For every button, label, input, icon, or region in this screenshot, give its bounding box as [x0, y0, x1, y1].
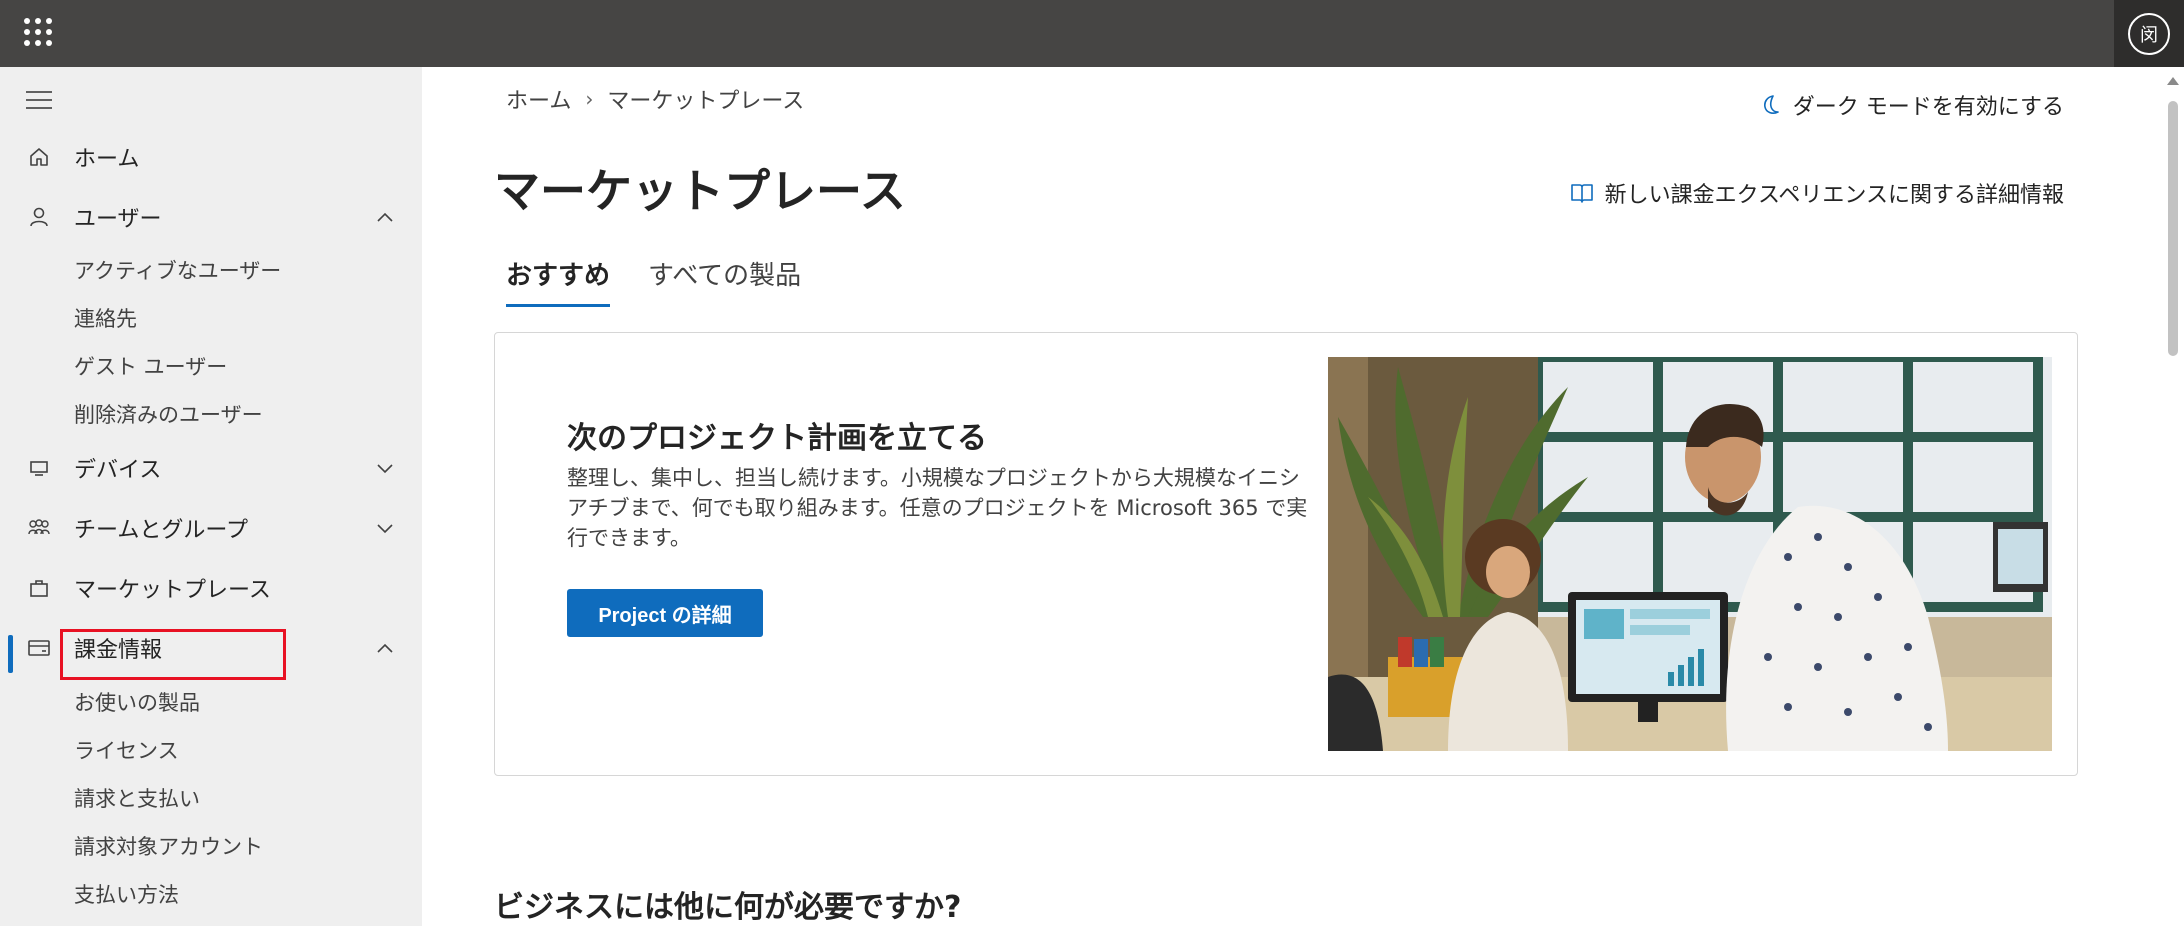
billing-card-icon: [26, 635, 52, 661]
home-icon: [26, 144, 52, 170]
avatar[interactable]: 闵: [2128, 12, 2170, 55]
scroll-up-arrow-icon[interactable]: [2167, 77, 2179, 85]
sidebar-item-billing[interactable]: 課金情報: [0, 622, 422, 674]
tab-all-products[interactable]: すべての製品: [648, 255, 801, 307]
sidebar-item-teams-groups[interactable]: チームとグループ: [0, 502, 422, 554]
breadcrumb-current: マーケットプレース: [607, 89, 805, 114]
chevron-down-icon[interactable]: [374, 457, 396, 479]
user-icon: [26, 204, 52, 230]
promo-card-description: 整理し、集中し、担当し続けます。小規模なプロジェクトから大規模なイニシアチブまで…: [567, 466, 1308, 550]
vertical-scrollbar[interactable]: [2162, 67, 2184, 926]
sidebar-item-label: ホーム: [74, 147, 140, 172]
learn-more-label: 新しい課金エクスペリエンスに関する詳細情報: [1604, 183, 2064, 208]
account-area: 闵: [2114, 0, 2184, 67]
device-icon: [26, 455, 52, 481]
section-title: ビジネスには他に何が必要ですか?: [494, 890, 962, 925]
breadcrumb: ホーム › マーケットプレース: [506, 83, 804, 115]
sidebar-item-label: 課金情報: [74, 638, 163, 663]
sidebar-subitem-active-users[interactable]: アクティブなユーザー: [74, 255, 281, 285]
sidebar-item-users[interactable]: ユーザー: [0, 191, 422, 243]
sidebar-item-home[interactable]: ホーム: [0, 131, 422, 183]
chevron-down-icon[interactable]: [374, 517, 396, 539]
app-launcher-icon[interactable]: [24, 18, 52, 46]
hamburger-menu-icon[interactable]: [26, 91, 52, 109]
sidebar-item-marketplace[interactable]: マーケットプレース: [0, 562, 422, 614]
sidebar-subitem-billing-accounts[interactable]: 請求対象アカウント: [74, 831, 263, 861]
project-details-button[interactable]: Project の詳細: [567, 589, 763, 637]
chevron-up-icon[interactable]: [374, 206, 396, 228]
chevron-up-icon[interactable]: [374, 637, 396, 659]
chevron-right-icon: ›: [585, 87, 594, 111]
shopping-bag-icon: [26, 575, 52, 601]
page-title: マーケットプレース: [494, 164, 906, 218]
book-icon: [1570, 184, 1593, 203]
promo-image: [1328, 357, 2052, 751]
sidebar-subitem-contacts[interactable]: 連絡先: [74, 303, 137, 333]
teams-icon: [26, 515, 52, 541]
dark-mode-label: ダーク モードを有効にする: [1792, 95, 2064, 120]
sidebar-item-label: マーケットプレース: [74, 578, 271, 603]
top-bar: 闵: [0, 0, 2184, 67]
sidebar-subitem-payment-methods[interactable]: 支払い方法: [74, 879, 179, 909]
sidebar-item-label: チームとグループ: [74, 518, 249, 543]
main-content: ホーム › マーケットプレース ダーク モードを有効にする マーケットプレース …: [422, 67, 2162, 926]
sidebar: ホーム ユーザー アクティブなユーザー 連絡先 ゲスト ユーザー 削除済みのユー…: [0, 67, 422, 926]
moon-icon: [1763, 95, 1779, 114]
sidebar-subitem-bills-payments[interactable]: 請求と支払い: [74, 783, 200, 813]
scrollbar-thumb[interactable]: [2168, 101, 2178, 356]
sidebar-subitem-guest-users[interactable]: ゲスト ユーザー: [74, 351, 227, 381]
sidebar-item-label: デバイス: [74, 458, 162, 483]
tab-list: おすすめ すべての製品: [506, 255, 839, 307]
sidebar-subitem-deleted-users[interactable]: 削除済みのユーザー: [74, 399, 263, 429]
promo-card-title: 次のプロジェクト計画を立てる: [567, 421, 987, 456]
learn-more-link[interactable]: 新しい課金エクスペリエンスに関する詳細情報: [1569, 177, 2064, 209]
sidebar-item-devices[interactable]: デバイス: [0, 442, 422, 494]
sidebar-subitem-licenses[interactable]: ライセンス: [74, 735, 179, 765]
sidebar-subitem-your-products[interactable]: お使いの製品: [74, 687, 200, 717]
breadcrumb-home-link[interactable]: ホーム: [506, 83, 571, 115]
sidebar-item-label: ユーザー: [74, 207, 162, 232]
promo-card: 次のプロジェクト計画を立てる 整理し、集中し、担当し続けます。小規模なプロジェク…: [494, 332, 2078, 776]
dark-mode-toggle[interactable]: ダーク モードを有効にする: [1759, 89, 2064, 121]
tab-recommended[interactable]: おすすめ: [506, 255, 611, 307]
